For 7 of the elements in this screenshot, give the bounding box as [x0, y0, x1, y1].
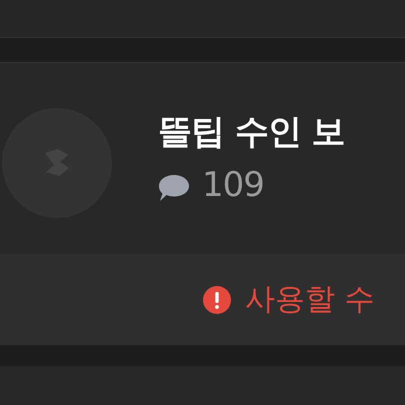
post-title[interactable]: 뜰팁 수인 보 — [158, 108, 345, 154]
error-icon — [203, 286, 231, 314]
comment-icon — [158, 174, 190, 202]
unavailable-message: 사용할 수 — [245, 281, 375, 319]
avatar-icon — [2, 108, 112, 218]
comment-count: 109 — [202, 164, 264, 204]
post-card[interactable]: 뜰팁 수인 보 109 사용할 수 — [0, 62, 405, 345]
